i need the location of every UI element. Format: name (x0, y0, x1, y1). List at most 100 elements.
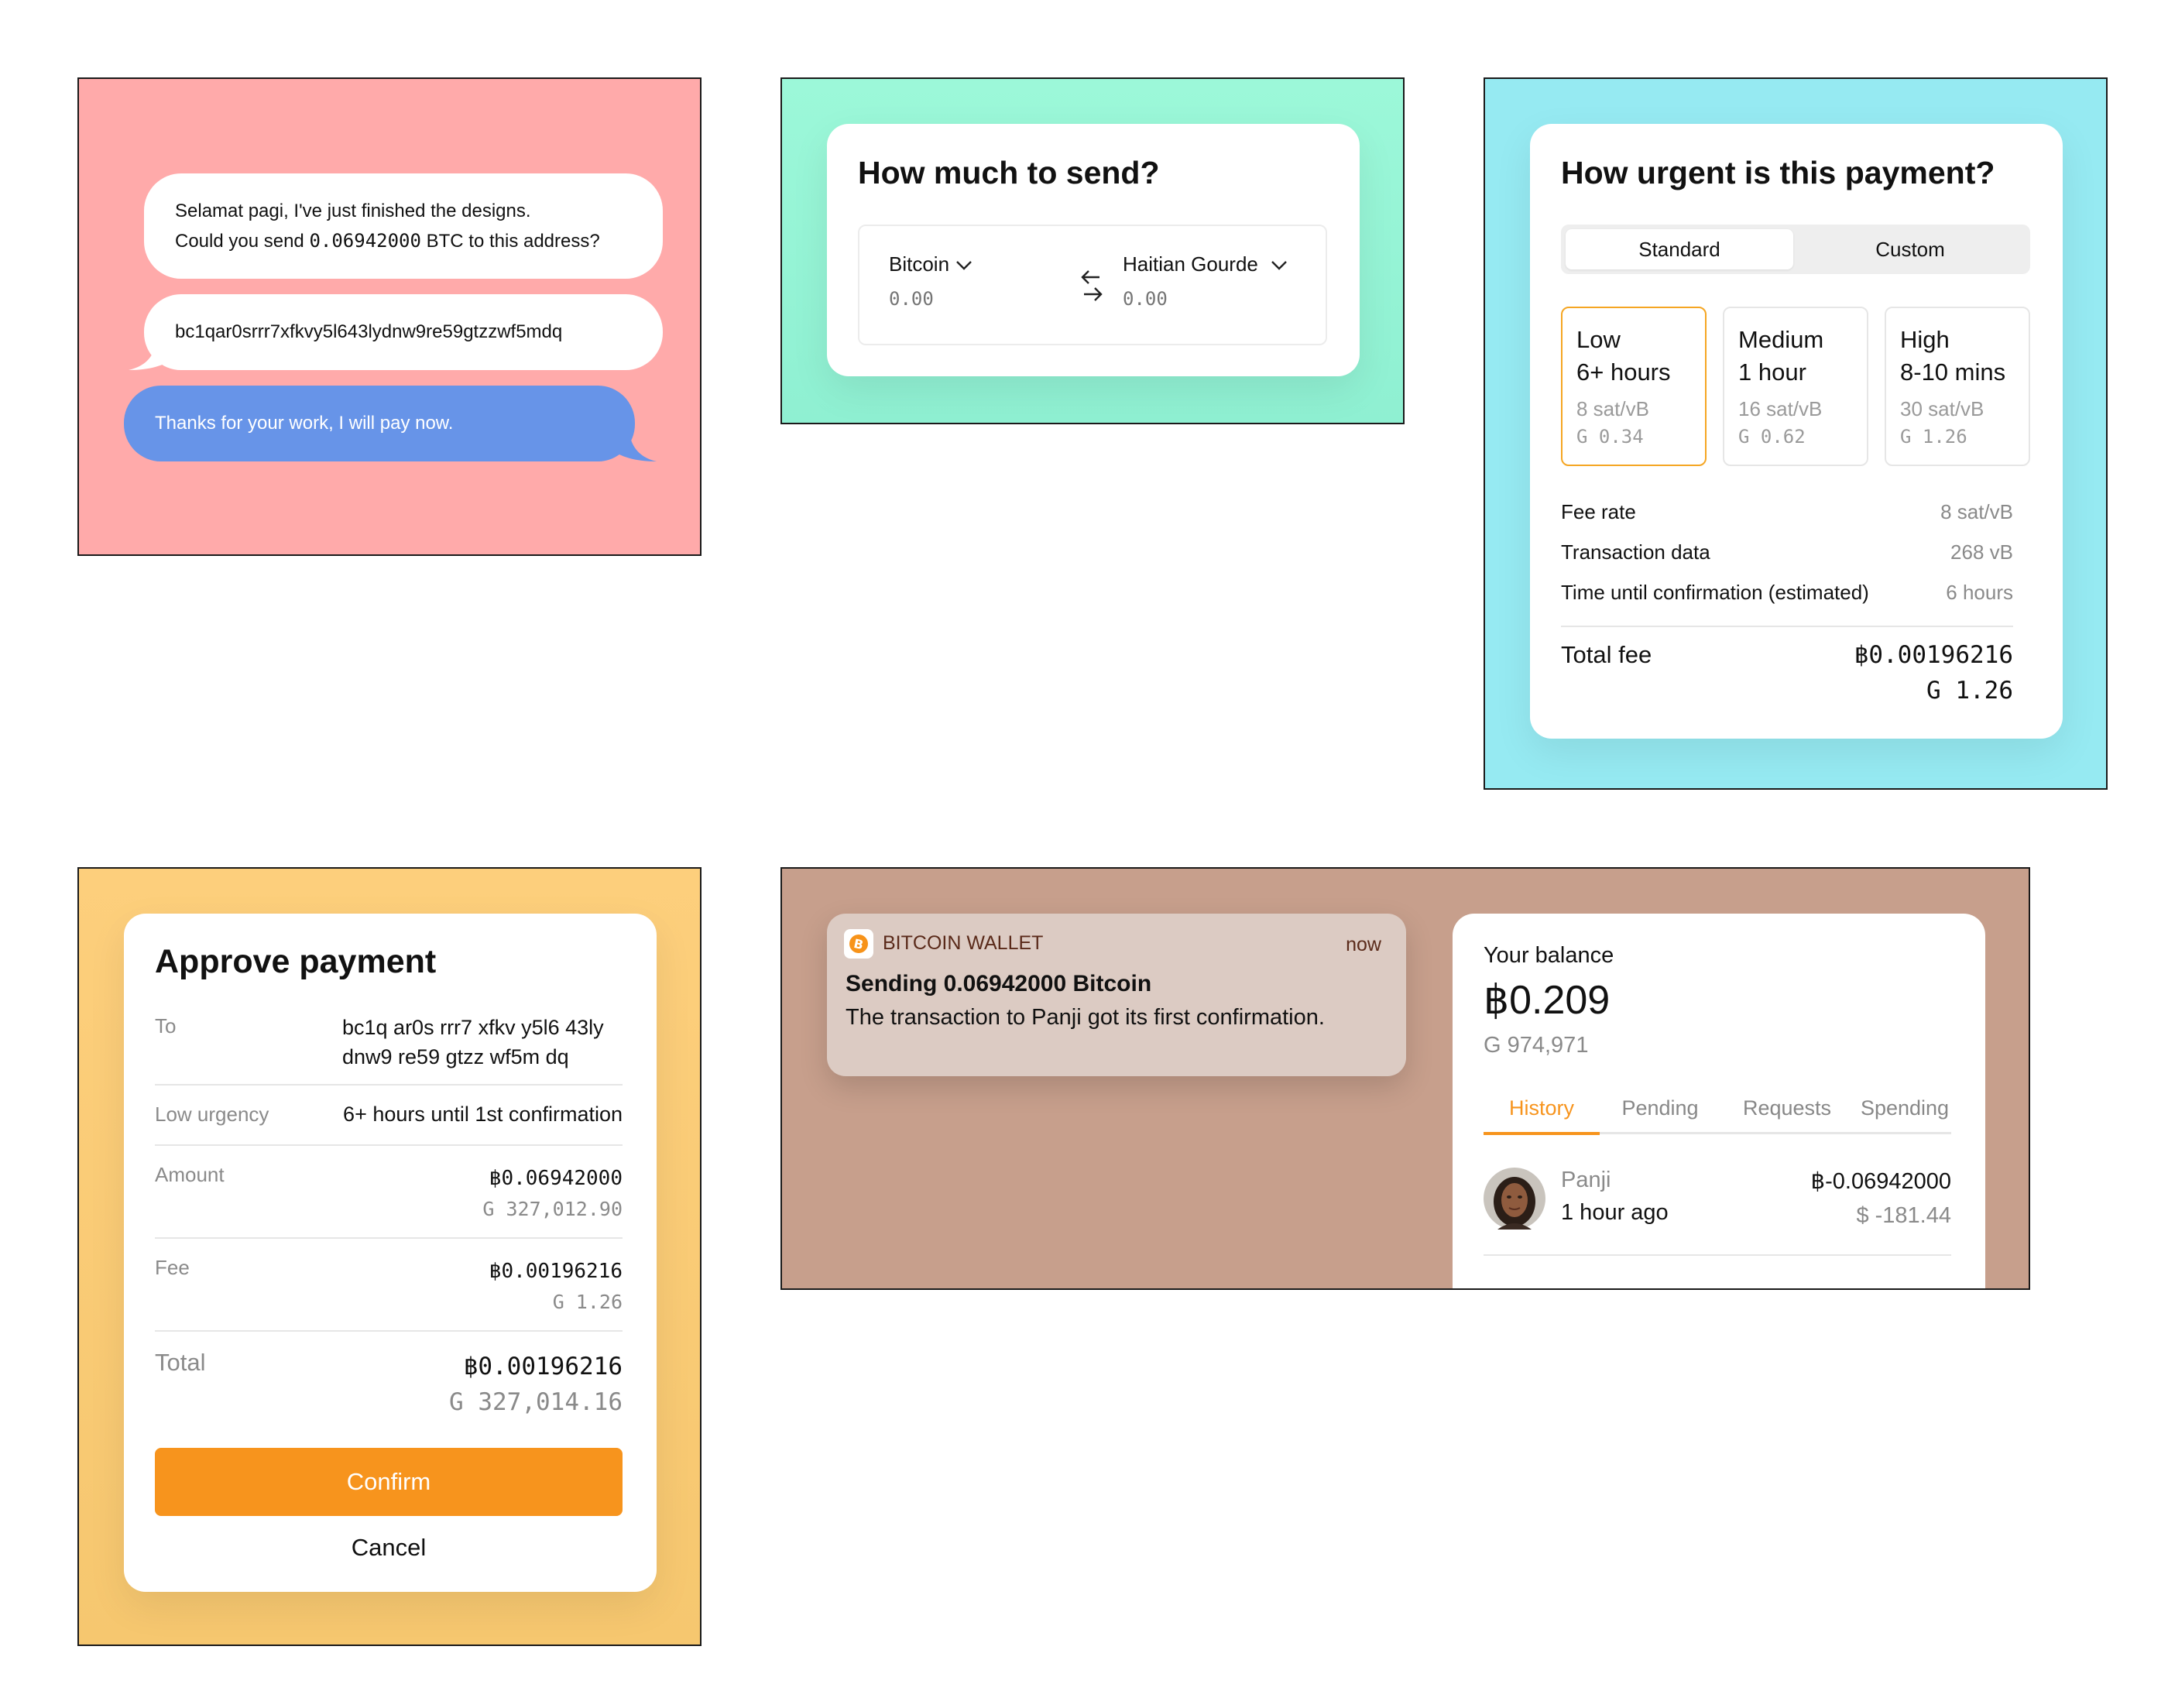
confirmation-time-row: Time until confirmation (estimated) 6 ho… (1561, 581, 2013, 605)
divider (155, 1237, 623, 1239)
approve-card: Approve payment To bc1q ar0s rrr7 xfkv y… (124, 914, 657, 1592)
urgency-label: Low urgency (155, 1103, 269, 1126)
total-local: G 327,014.16 (449, 1388, 623, 1416)
detail-label: Transaction data (1561, 540, 1710, 564)
balance-local: G 974,971 (1484, 1033, 1589, 1058)
wallet-card: Your balance ฿0.209 G 974,971 History Pe… (1453, 914, 1985, 1288)
tier-time: 8-10 mins (1900, 358, 2006, 386)
avatar (1484, 1168, 1545, 1230)
to-address: bc1q ar0s rrr7 xfkv y5l6 43ly dnw9 re59 … (342, 1016, 604, 1068)
tab-pending[interactable]: Pending (1604, 1096, 1716, 1132)
approve-panel: Approve payment To bc1q ar0s rrr7 xfkv y… (77, 867, 702, 1646)
bitcoin-symbol: ฿ (463, 1353, 479, 1380)
total-btc: ฿0.00196216 (463, 1353, 623, 1380)
divider (155, 1084, 623, 1086)
urgency-panel: How urgent is this payment? Standard Cus… (1484, 77, 2108, 790)
chat-panel: Selamat pagi, I've just finished the des… (77, 77, 702, 556)
message-text: Selamat pagi, I've just finished the des… (175, 200, 531, 221)
detail-label: Time until confirmation (estimated) (1561, 581, 1869, 604)
transaction-data-row: Transaction data 268 vB (1561, 540, 2013, 564)
total-row: Total ฿0.00196216 G 327,014.16 (155, 1349, 623, 1420)
outgoing-bubble-tail (610, 424, 657, 461)
total-label: Total (155, 1349, 206, 1376)
tier-rate: 30 sat/vB (1900, 397, 1984, 420)
tab-standard[interactable]: Standard (1566, 229, 1793, 269)
notification-time: now (1346, 934, 1381, 955)
tab-spending[interactable]: Spending (1852, 1096, 1957, 1132)
push-notification[interactable]: B BITCOIN WALLET now Sending 0.06942000 … (827, 914, 1406, 1076)
tier-rate: 8 sat/vB (1576, 397, 1649, 420)
bitcoin-address: bc1qar0srrr7xfkvy5l643lydnw9re59gtzzwf5m… (175, 321, 563, 342)
transaction-btc: ฿-0.06942000 (1810, 1169, 1951, 1194)
tab-history[interactable]: History (1484, 1096, 1600, 1132)
notification-body: The transaction to Panji got its first c… (846, 1005, 1325, 1030)
from-currency-select[interactable]: Bitcoin (889, 252, 974, 276)
tab-custom[interactable]: Custom (1796, 229, 2024, 269)
tab-requests[interactable]: Requests (1724, 1096, 1851, 1132)
detail-label: Fee rate (1561, 500, 1636, 523)
tier-fee: G 1.26 (1900, 426, 1967, 448)
message-text: Thanks for your work, I will pay now. (155, 413, 454, 434)
amount-label: Amount (155, 1163, 225, 1186)
divider (1484, 1254, 1951, 1256)
fee-row: Fee ฿0.00196216 G 1.26 (155, 1256, 623, 1318)
bitcoin-symbol: ฿ (489, 1260, 502, 1283)
divider (155, 1144, 623, 1146)
tier-label: Low (1576, 326, 1621, 353)
balance-label: Your balance (1484, 943, 1614, 968)
from-amount-input[interactable] (889, 288, 1028, 310)
fee-local: G 1.26 (552, 1291, 623, 1313)
divider (155, 1330, 623, 1332)
tier-fee: G 0.62 (1738, 426, 1806, 448)
incoming-message-1: Selamat pagi, I've just finished the des… (144, 173, 663, 279)
cancel-button[interactable]: Cancel (155, 1524, 623, 1572)
urgency-mode-toggle: Standard Custom (1561, 225, 2030, 274)
urgency-value: 6+ hours until 1st confirmation (343, 1103, 623, 1126)
fee-rate-row: Fee rate 8 sat/vB (1561, 500, 2013, 524)
amount-local: G 327,012.90 (482, 1198, 623, 1220)
message-text: BTC to this address? (420, 230, 600, 252)
bitcoin-symbol: ฿ (1810, 1169, 1826, 1194)
balance-btc: ฿0.209 (1484, 978, 1611, 1023)
notification-app-name: BITCOIN WALLET (883, 932, 1044, 954)
fee-btc: ฿0.00196216 (489, 1260, 623, 1283)
tier-fee: G 0.34 (1576, 426, 1644, 448)
swap-arrows-icon[interactable] (1078, 269, 1107, 304)
confirm-button[interactable]: Confirm (155, 1448, 623, 1516)
tier-time: 6+ hours (1576, 358, 1671, 386)
amount-btc: ฿0.06942000 (489, 1167, 623, 1190)
bitcoin-symbol: ฿ (1484, 978, 1510, 1023)
total-fee-btc: ฿0.00196216 (1854, 641, 2013, 669)
transaction-row[interactable]: Panji 1 hour ago ฿-0.06942000 $ -181.44 (1484, 1158, 1951, 1233)
tier-high[interactable]: High 8-10 mins 30 sat/vB G 1.26 (1885, 307, 2030, 466)
notification-title: Sending 0.06942000 Bitcoin (846, 971, 1152, 996)
outgoing-message: Thanks for your work, I will pay now. (124, 386, 635, 461)
total-fee-local: G 1.26 (1926, 677, 2013, 705)
divider (1561, 626, 2013, 627)
wallet-panel: B BITCOIN WALLET now Sending 0.06942000 … (780, 867, 2030, 1290)
bitcoin-symbol: ฿ (1854, 641, 1869, 669)
detail-value: 268 vB (1950, 540, 2013, 564)
urgency-row: Low urgency 6+ hours until 1st confirmat… (155, 1103, 623, 1127)
to-currency-select[interactable]: Haitian Gourde (1123, 252, 1289, 276)
total-fee-label: Total fee (1561, 641, 1652, 668)
incoming-bubble-tail (129, 334, 175, 370)
message-text: Could you send (175, 230, 310, 252)
from-currency-label: Bitcoin (889, 252, 950, 276)
detail-value: 6 hours (1946, 581, 2013, 604)
incoming-message-2: bc1qar0srrr7xfkvy5l643lydnw9re59gtzzwf5m… (144, 294, 663, 370)
card-title: How urgent is this payment? (1561, 155, 1995, 190)
active-tab-indicator (1484, 1132, 1600, 1135)
btc-amount: 0.06942000 (309, 229, 421, 252)
tier-medium[interactable]: Medium 1 hour 16 sat/vB G 0.62 (1723, 307, 1868, 466)
detail-value: 8 sat/vB (1940, 500, 2013, 523)
amount-box: Bitcoin Haitian Gourde (858, 225, 1327, 345)
to-amount-input[interactable] (1123, 288, 1262, 310)
card-title: How much to send? (858, 155, 1160, 190)
tier-time: 1 hour (1738, 358, 1806, 386)
chevron-down-icon (956, 260, 972, 270)
tier-low[interactable]: Low 6+ hours 8 sat/vB G 0.34 (1561, 307, 1707, 466)
amount-row: Amount ฿0.06942000 G 327,012.90 (155, 1163, 623, 1225)
tier-label: High (1900, 326, 1950, 353)
fee-label: Fee (155, 1256, 190, 1279)
